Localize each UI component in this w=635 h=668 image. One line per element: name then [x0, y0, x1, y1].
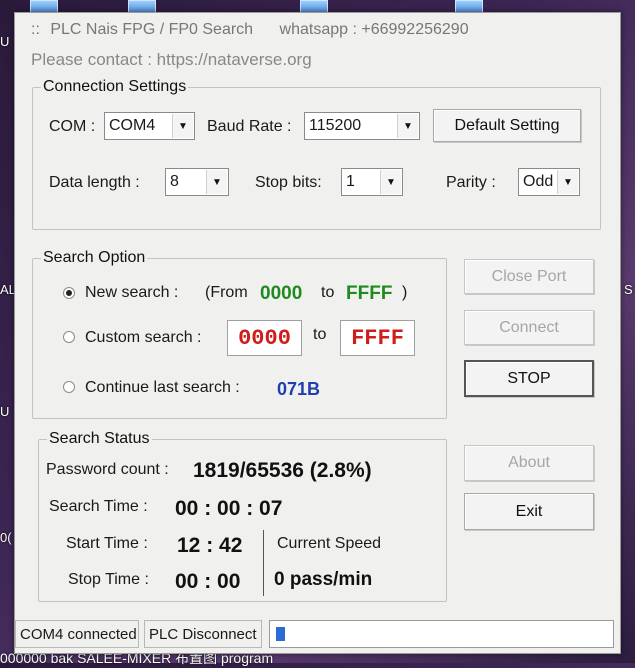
search-time-value: 00 : 00 : 07 [175, 497, 283, 520]
new-search-radio[interactable] [63, 287, 75, 299]
status-divider [263, 530, 264, 596]
from-open-text: (From [205, 284, 248, 301]
parity-label: Parity : [446, 174, 496, 191]
connection-settings-legend: Connection Settings [43, 78, 187, 95]
search-window: :: PLC Nais FPG / FP0 Search whatsapp : … [14, 12, 621, 654]
password-count-value: 1819/65536 (2.8%) [193, 459, 372, 482]
current-speed-label: Current Speed [277, 535, 382, 552]
desktop-label: U [0, 404, 10, 419]
stop-time-label: Stop Time : [68, 571, 149, 588]
last-search-value: 071B [277, 379, 321, 399]
start-time-label: Start Time : [66, 535, 148, 552]
com-port-value: COM4 [109, 117, 156, 134]
to-text: to [321, 284, 335, 301]
desktop-label: U [0, 34, 10, 49]
new-search-to-value: FFFF [346, 283, 393, 304]
data-length-select[interactable]: 8 ▼ [165, 168, 229, 196]
chevron-down-icon[interactable]: ▼ [397, 114, 418, 138]
custom-from-input[interactable]: 0000 [227, 320, 302, 356]
custom-to-input[interactable]: FFFF [340, 320, 415, 356]
close-port-button[interactable]: Close Port [464, 259, 594, 294]
current-speed-value: 0 pass/min [274, 569, 373, 590]
com-port-select[interactable]: COM4 ▼ [104, 112, 195, 140]
chevron-down-icon[interactable]: ▼ [172, 114, 193, 138]
com-connection-status: COM4 connected [15, 620, 139, 648]
status-bar: COM4 connected PLC Disconnect [15, 616, 620, 652]
continue-search-label[interactable]: Continue last search : [85, 379, 240, 397]
plc-connection-status: PLC Disconnect [144, 620, 262, 648]
parity-select[interactable]: Odd ▼ [518, 168, 580, 196]
whatsapp-contact: whatsapp : +66992256290 [279, 21, 469, 38]
search-option-legend: Search Option [43, 249, 146, 266]
progress-fill [276, 627, 285, 641]
custom-search-radio[interactable] [63, 331, 75, 343]
stop-bits-label: Stop bits: [255, 174, 322, 191]
chevron-down-icon[interactable]: ▼ [380, 170, 401, 194]
new-search-from-value: 0000 [260, 283, 303, 304]
desktop-label: 0( [0, 530, 12, 545]
search-progress-bar [269, 620, 614, 648]
connection-settings-group: Connection Settings [32, 78, 601, 230]
desktop-label: S [624, 282, 633, 297]
custom-to-text: to [313, 326, 327, 343]
com-label: COM : [49, 118, 96, 135]
stop-bits-value: 1 [346, 173, 355, 190]
title-dots: :: [31, 21, 40, 38]
start-time-value: 12 : 42 [177, 534, 243, 557]
custom-search-label[interactable]: Custom search : [85, 329, 201, 347]
chevron-down-icon[interactable]: ▼ [206, 170, 227, 194]
baud-rate-select[interactable]: 115200 ▼ [304, 112, 420, 140]
window-title-bar: :: PLC Nais FPG / FP0 Search whatsapp : … [31, 21, 469, 39]
about-button[interactable]: About [464, 445, 594, 481]
new-search-label[interactable]: New search : [85, 284, 178, 302]
password-count-label: Password count : [46, 461, 169, 478]
stop-button[interactable]: STOP [464, 360, 594, 397]
default-setting-button[interactable]: Default Setting [433, 109, 581, 142]
baud-rate-value: 115200 [309, 117, 362, 134]
data-length-label: Data length : [49, 174, 140, 191]
stop-bits-select[interactable]: 1 ▼ [341, 168, 403, 196]
baud-rate-label: Baud Rate : [207, 118, 292, 135]
parity-value: Odd [523, 173, 554, 190]
connect-button[interactable]: Connect [464, 310, 594, 345]
search-time-label: Search Time : [49, 498, 148, 515]
close-paren: ) [402, 284, 408, 301]
exit-button[interactable]: Exit [464, 493, 594, 530]
continue-search-radio[interactable] [63, 381, 75, 393]
search-status-legend: Search Status [49, 430, 150, 447]
data-length-value: 8 [170, 173, 179, 190]
window-title: PLC Nais FPG / FP0 Search [50, 21, 254, 38]
chevron-down-icon[interactable]: ▼ [557, 170, 578, 194]
contact-line: Please contact : https://nataverse.org [31, 50, 312, 69]
stop-time-value: 00 : 00 [175, 570, 241, 593]
